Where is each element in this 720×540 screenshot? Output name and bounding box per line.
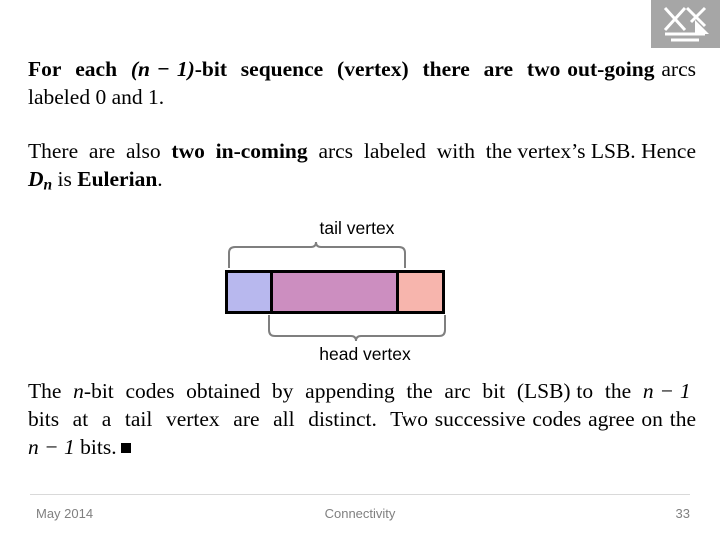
tail-vertex-brace (227, 241, 407, 269)
qed-square (120, 442, 131, 453)
institution-logo (651, 0, 720, 48)
middle-cell (273, 273, 399, 311)
code-word-bar (225, 270, 445, 314)
footer-page-number: 33 (675, 506, 690, 521)
msb-cell (228, 273, 273, 311)
tail-vertex-label: tail vertex (319, 218, 395, 238)
vertex-arc-diagram: tail vertex head vertex (225, 218, 485, 368)
lsb-cell (399, 273, 442, 311)
slide: For each (n − 1)-bit sequence (vertex) t… (0, 0, 720, 540)
footer-divider (30, 494, 690, 495)
paragraph-three: The n-bit codes obtained by appending th… (28, 379, 696, 459)
footer-section: Connectivity (324, 506, 396, 521)
paragraph-two: There are also two in-coming arcs labele… (28, 139, 696, 194)
paragraph-one: For each (n − 1)-bit sequence (vertex) t… (28, 57, 697, 109)
logo-mark-icon (651, 0, 720, 48)
head-vertex-label: head vertex (319, 344, 411, 364)
head-vertex-brace (267, 314, 447, 342)
